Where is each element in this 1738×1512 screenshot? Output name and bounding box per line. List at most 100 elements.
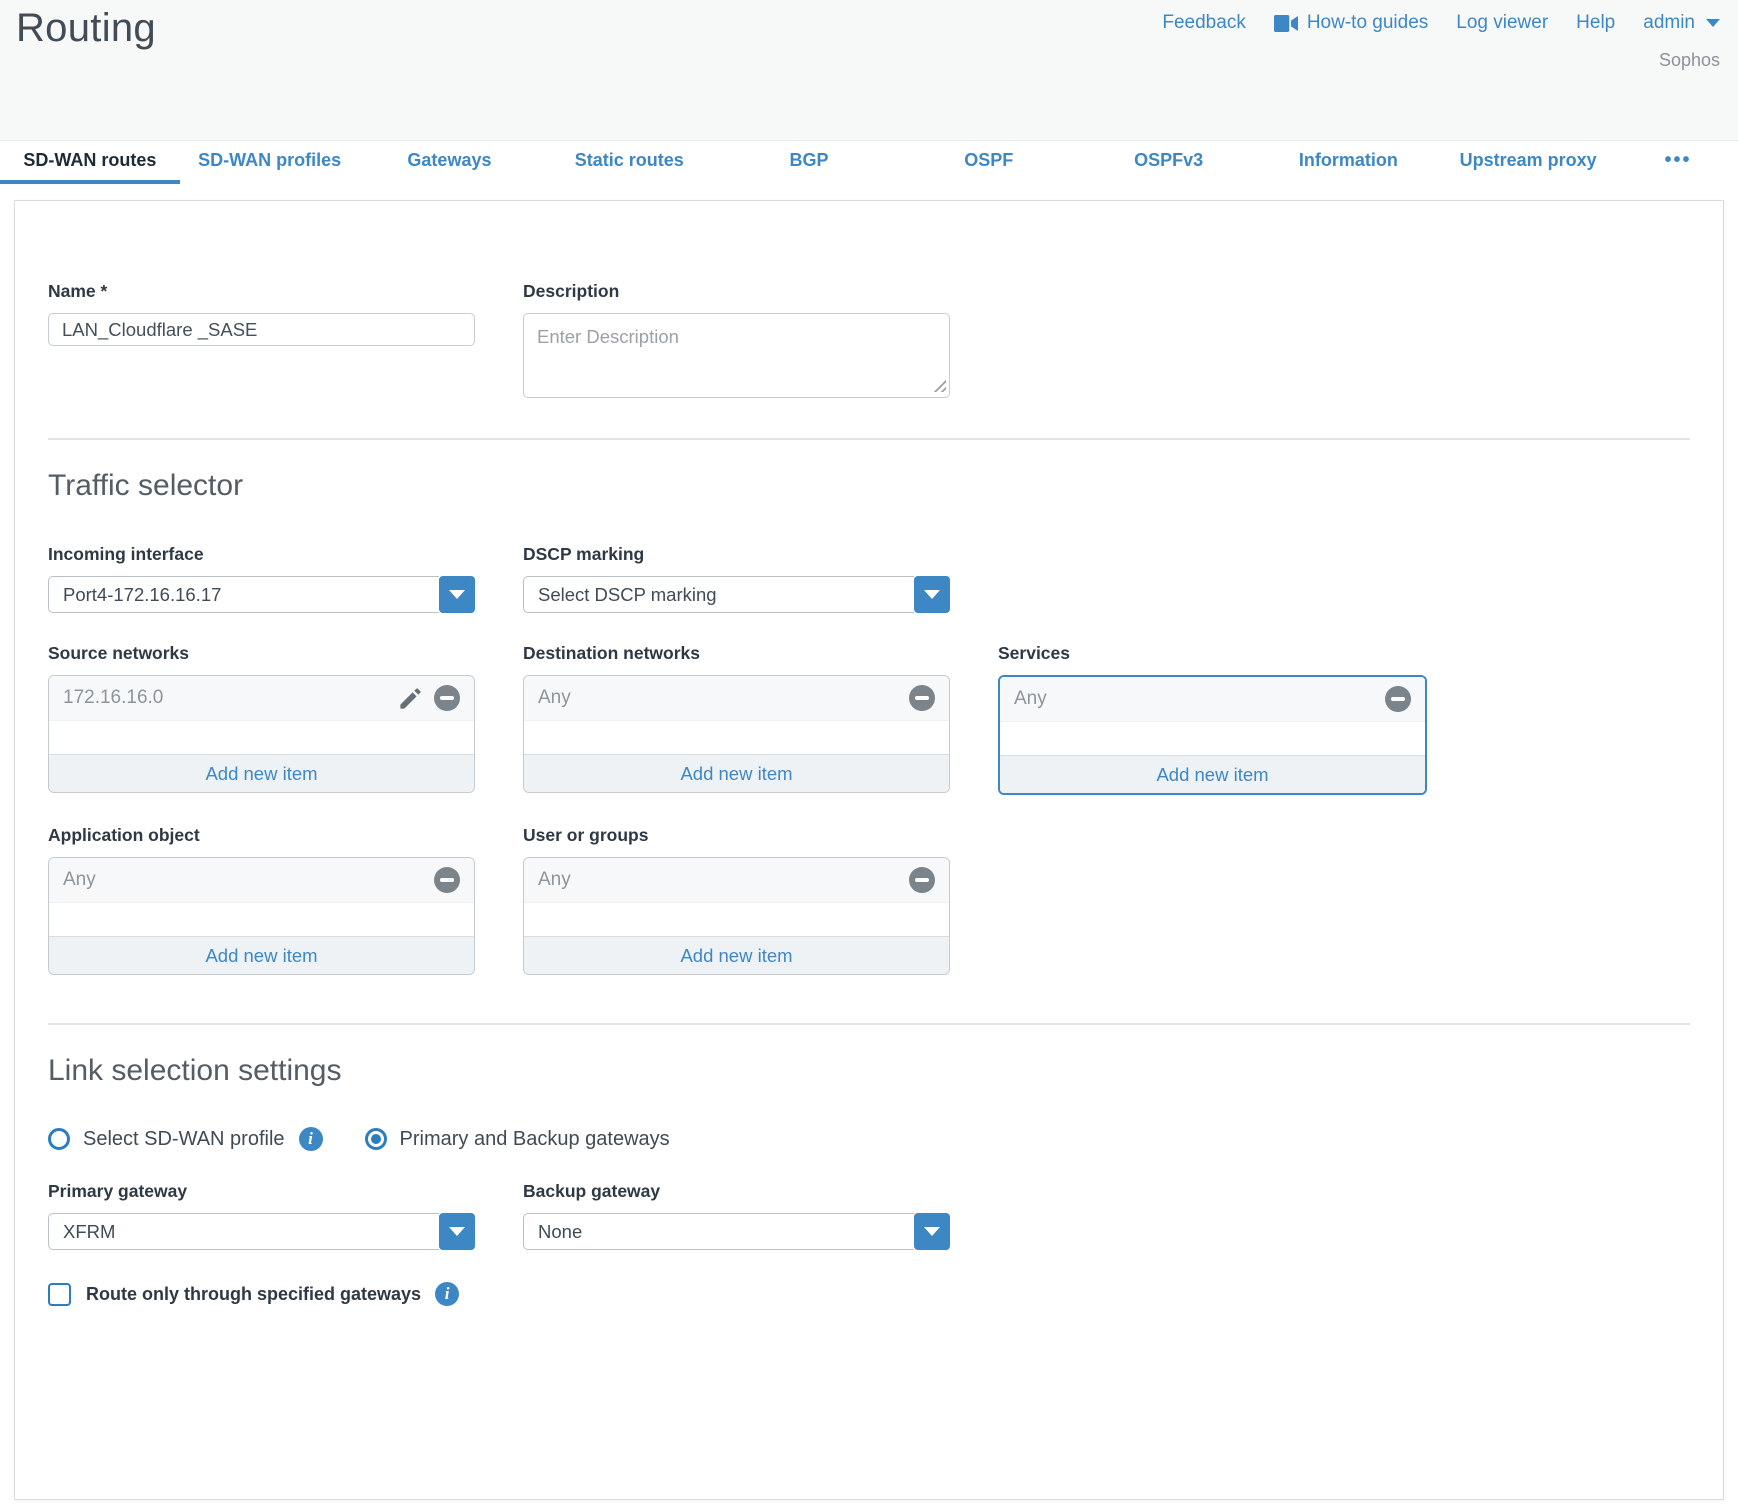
dscp-marking-label: DSCP marking <box>523 544 950 565</box>
services-label: Services <box>998 643 1427 664</box>
application-object-group: Application object Any Add new item <box>48 825 475 975</box>
radio-primary-backup-gateways[interactable] <box>365 1128 387 1150</box>
user-or-groups-label: User or groups <box>523 825 950 846</box>
itembox-empty-area <box>49 903 474 936</box>
destination-networks-group: Destination networks Any Add new item <box>523 643 950 793</box>
remove-icon[interactable] <box>434 685 460 711</box>
tab-bgp[interactable]: BGP <box>719 141 899 184</box>
itembox-empty-area <box>524 903 949 936</box>
item-label: Any <box>538 869 909 891</box>
video-camera-icon <box>1274 15 1298 32</box>
route-only-row: Route only through specified gateways i <box>48 1282 1690 1306</box>
traffic-selector-heading: Traffic selector <box>48 468 1690 504</box>
remove-icon[interactable] <box>909 867 935 893</box>
remove-icon[interactable] <box>434 867 460 893</box>
description-textarea[interactable] <box>523 313 950 398</box>
dropdown-button[interactable] <box>439 576 475 613</box>
dropdown-button[interactable] <box>914 576 950 613</box>
help-link[interactable]: Help <box>1576 12 1615 34</box>
item-label: Any <box>538 687 909 709</box>
tab-more-menu[interactable]: ••• <box>1618 141 1738 184</box>
page-header: Routing Feedback How-to guides Log viewe… <box>0 0 1738 140</box>
admin-menu[interactable]: admin <box>1643 12 1720 34</box>
radio-select-sdwan-profile-label: Select SD-WAN profile <box>83 1128 285 1151</box>
destination-networks-label: Destination networks <box>523 643 950 664</box>
tab-sdwan-routes[interactable]: SD-WAN routes <box>0 141 180 184</box>
remove-icon[interactable] <box>1385 686 1411 712</box>
tab-information[interactable]: Information <box>1258 141 1438 184</box>
interface-dscp-row: Incoming interface Port4-172.16.16.17 DS… <box>48 544 1690 613</box>
incoming-interface-group: Incoming interface Port4-172.16.16.17 <box>48 544 475 613</box>
list-item: Any <box>524 676 949 721</box>
backup-gateway-select[interactable]: None <box>523 1213 950 1250</box>
add-new-item-button[interactable]: Add new item <box>49 936 474 974</box>
triangle-down-icon <box>924 590 940 599</box>
remove-icon[interactable] <box>909 685 935 711</box>
tab-static-routes[interactable]: Static routes <box>539 141 719 184</box>
destination-networks-box: Any Add new item <box>523 675 950 793</box>
radio-select-sdwan-profile[interactable] <box>48 1128 70 1150</box>
incoming-interface-select[interactable]: Port4-172.16.16.17 <box>48 576 475 613</box>
itembox-empty-area <box>49 721 474 754</box>
triangle-down-icon <box>449 1227 465 1236</box>
section-divider <box>48 1023 1690 1025</box>
link-selection-heading: Link selection settings <box>48 1053 1690 1089</box>
application-users-row: Application object Any Add new item User… <box>48 825 1690 975</box>
list-item: 172.16.16.0 <box>49 676 474 721</box>
incoming-interface-value: Port4-172.16.16.17 <box>48 576 439 613</box>
tab-ospf[interactable]: OSPF <box>899 141 1079 184</box>
itembox-empty-area <box>1000 722 1425 755</box>
networks-services-row: Source networks 172.16.16.0 Add new item… <box>48 643 1690 795</box>
services-box: Any Add new item <box>998 675 1427 795</box>
item-label: Any <box>1014 688 1385 710</box>
list-item: Any <box>1000 677 1425 722</box>
tab-upstream-proxy[interactable]: Upstream proxy <box>1438 141 1618 184</box>
primary-gateway-group: Primary gateway XFRM <box>48 1181 475 1250</box>
incoming-interface-label: Incoming interface <box>48 544 475 565</box>
add-new-item-button[interactable]: Add new item <box>524 936 949 974</box>
brand-label: Sophos <box>1659 50 1720 71</box>
route-only-checkbox-label: Route only through specified gateways <box>86 1284 421 1305</box>
tab-gateways[interactable]: Gateways <box>360 141 540 184</box>
feedback-link[interactable]: Feedback <box>1162 12 1245 34</box>
dscp-marking-select[interactable]: Select DSCP marking <box>523 576 950 613</box>
item-label: 172.16.16.0 <box>63 687 397 709</box>
howto-guides-link[interactable]: How-to guides <box>1274 12 1428 34</box>
add-new-item-button[interactable]: Add new item <box>1000 755 1425 793</box>
services-group: Services Any Add new item <box>998 643 1427 795</box>
add-new-item-button[interactable]: Add new item <box>49 754 474 792</box>
sdwan-route-form-panel: Name * Description Traffic selector Inco… <box>14 200 1724 1500</box>
link-selection-radio-row: Select SD-WAN profile i Primary and Back… <box>48 1127 1690 1151</box>
edit-icon[interactable] <box>397 685 424 712</box>
howto-guides-label: How-to guides <box>1307 12 1428 34</box>
add-new-item-button[interactable]: Add new item <box>524 754 949 792</box>
info-icon[interactable]: i <box>435 1282 459 1306</box>
route-only-checkbox[interactable] <box>48 1283 71 1306</box>
user-or-groups-box: Any Add new item <box>523 857 950 975</box>
primary-gateway-select[interactable]: XFRM <box>48 1213 475 1250</box>
triangle-down-icon <box>449 590 465 599</box>
tab-sdwan-profiles[interactable]: SD-WAN profiles <box>180 141 360 184</box>
dropdown-button[interactable] <box>439 1213 475 1250</box>
gateway-row: Primary gateway XFRM Backup gateway None <box>48 1181 1690 1250</box>
backup-gateway-value: None <box>523 1213 914 1250</box>
log-viewer-link[interactable]: Log viewer <box>1456 12 1548 34</box>
page-title: Routing <box>16 6 156 51</box>
chevron-down-icon <box>1706 19 1720 27</box>
radio-primary-backup-gateways-label: Primary and Backup gateways <box>400 1128 670 1151</box>
source-networks-label: Source networks <box>48 643 475 664</box>
source-networks-box: 172.16.16.0 Add new item <box>48 675 475 793</box>
dropdown-button[interactable] <box>914 1213 950 1250</box>
description-label: Description <box>523 281 950 302</box>
itembox-empty-area <box>524 721 949 754</box>
tab-ospfv3[interactable]: OSPFv3 <box>1079 141 1259 184</box>
info-icon[interactable]: i <box>299 1127 323 1151</box>
name-label: Name * <box>48 281 475 302</box>
description-field-group: Description <box>523 281 950 398</box>
name-description-row: Name * Description <box>48 281 1690 398</box>
user-or-groups-group: User or groups Any Add new item <box>523 825 950 975</box>
application-object-label: Application object <box>48 825 475 846</box>
item-actions <box>1385 686 1411 712</box>
name-input[interactable] <box>48 313 475 346</box>
name-field-group: Name * <box>48 281 475 346</box>
